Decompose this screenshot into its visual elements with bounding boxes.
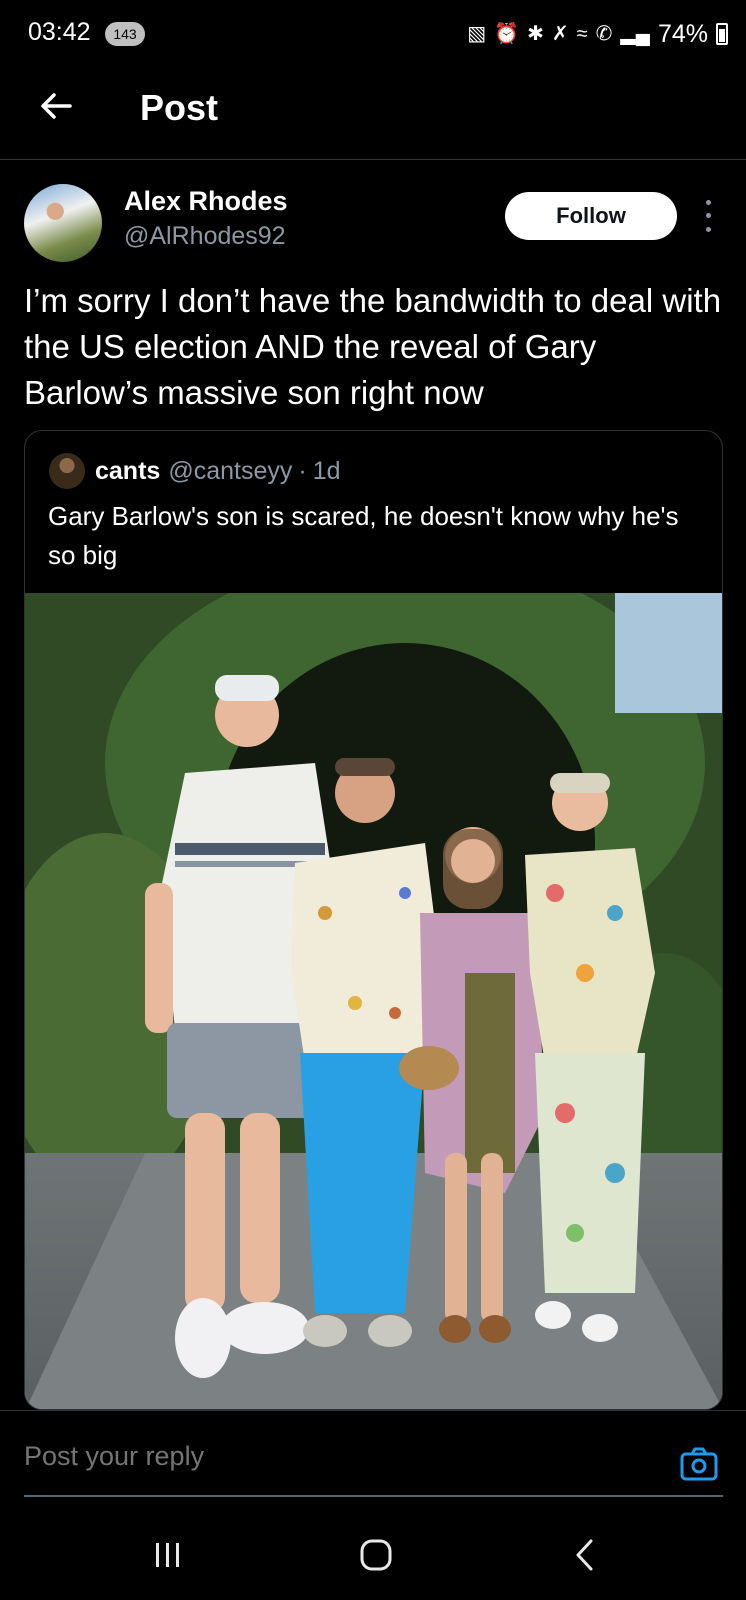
follow-button[interactable]: Follow	[505, 192, 677, 240]
home-icon	[360, 1539, 392, 1571]
notification-count-badge: 143	[105, 22, 145, 46]
lock-icon: ▧	[467, 23, 487, 45]
recent-apps-button[interactable]	[148, 1535, 188, 1575]
camera-icon	[680, 1447, 718, 1481]
post-text: I’m sorry I don’t have the bandwidth to …	[24, 282, 722, 411]
family-photo-illustration	[25, 593, 722, 1409]
more-dot	[705, 226, 711, 232]
system-back-button[interactable]	[566, 1535, 606, 1575]
battery-icon	[716, 23, 728, 45]
signal-icon: ▂▄	[620, 23, 650, 45]
more-dot	[705, 213, 711, 219]
mute-icon: ✗	[551, 23, 569, 45]
reply-input[interactable]	[24, 1441, 378, 1472]
wifi-icon: ≈	[576, 23, 588, 45]
battery-percentage: 74%	[657, 19, 708, 48]
post-author-row: Alex Rhodes @AlRhodes92 Follow	[0, 180, 746, 270]
back-button[interactable]	[36, 86, 76, 126]
more-dot	[705, 200, 711, 206]
status-icons: ▧ ⏰ ✱ ✗ ≈ ✆ ▂▄ 74%	[467, 18, 728, 50]
back-arrow-icon	[41, 93, 72, 119]
quoted-post-header: cants @cantseyy · 1d	[49, 451, 341, 491]
author-handle[interactable]: @AlRhodes92	[124, 222, 286, 251]
bluetooth-icon: ✱	[527, 23, 544, 45]
recent-apps-icon	[156, 1543, 179, 1567]
home-button[interactable]	[356, 1535, 396, 1575]
reply-divider	[24, 1495, 723, 1497]
call-icon: ✆	[595, 23, 613, 45]
status-bar: 03:42 143 ▧ ⏰ ✱ ✗ ≈ ✆ ▂▄ 74%	[0, 0, 746, 70]
camera-button[interactable]	[680, 1447, 718, 1481]
quoted-post-time: 1d	[312, 456, 341, 485]
author-avatar[interactable]	[24, 184, 102, 262]
page-title: Post	[140, 87, 219, 128]
quoted-author-name: cants	[95, 456, 161, 485]
top-app-bar: Post	[0, 70, 746, 160]
quoted-author-handle: @cantseyy	[168, 456, 293, 485]
quoted-post-photo[interactable]	[25, 593, 722, 1409]
author-name[interactable]: Alex Rhodes	[124, 186, 288, 217]
reply-bar	[0, 1410, 746, 1500]
more-options-button[interactable]	[700, 196, 716, 236]
alarm-icon: ⏰	[494, 23, 520, 45]
quoted-post-text: Gary Barlow's son is scared, he doesn't …	[48, 501, 679, 570]
quoted-post[interactable]: cants @cantseyy · 1d Gary Barlow's son i…	[24, 430, 723, 1410]
status-time: 03:42	[28, 18, 91, 46]
quoted-author-avatar	[49, 453, 85, 489]
quoted-separator: ·	[298, 456, 307, 485]
chevron-left-icon	[576, 1539, 593, 1571]
system-navigation-bar	[0, 1505, 746, 1600]
